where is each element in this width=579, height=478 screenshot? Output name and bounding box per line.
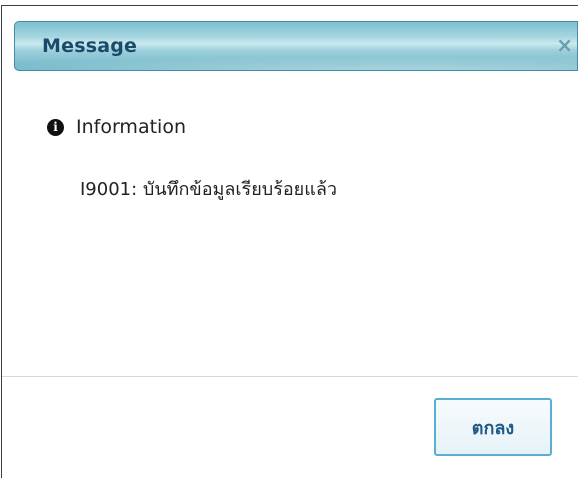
message-dialog: Message × i Information I9001: บันทึกข้อ… xyxy=(1,5,578,478)
info-row: i Information xyxy=(47,116,186,138)
message-text: I9001: บันทึกข้อมูลเรียบร้อยแล้ว xyxy=(80,179,337,200)
info-circle-icon: i xyxy=(47,118,64,136)
close-icon[interactable]: × xyxy=(556,35,573,55)
dialog-title: Message xyxy=(42,35,138,57)
footer-divider xyxy=(2,376,578,377)
ok-button[interactable]: ตกลง xyxy=(434,398,552,456)
info-heading: Information xyxy=(76,116,186,138)
dialog-titlebar[interactable]: Message × xyxy=(14,21,578,71)
